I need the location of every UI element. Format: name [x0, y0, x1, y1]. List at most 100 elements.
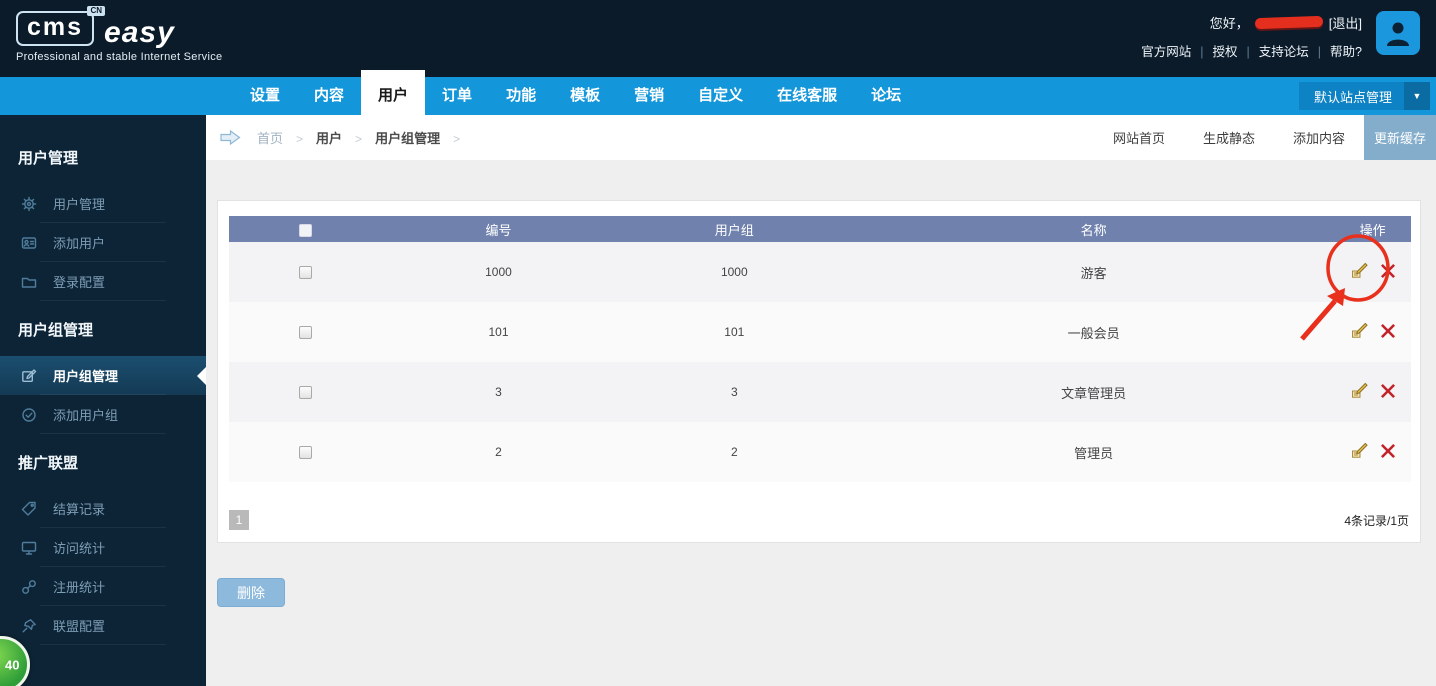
- sidebar-section-title: 用户组管理: [18, 322, 94, 339]
- nav-tab[interactable]: 营销: [617, 77, 681, 115]
- row-checkbox[interactable]: [298, 386, 312, 400]
- nav-tab[interactable]: 功能: [489, 77, 553, 115]
- sidebar-item[interactable]: 联盟配置: [0, 606, 206, 645]
- tag-icon: [20, 500, 38, 518]
- sidebar-section-title: 推广联盟: [18, 455, 79, 472]
- row-checkbox[interactable]: [298, 266, 312, 280]
- avatar[interactable]: [1376, 11, 1420, 55]
- header-link[interactable]: 授权: [1213, 45, 1238, 59]
- header-link-separator: |: [1317, 45, 1322, 59]
- sidebar-item-label: 联盟配置: [53, 619, 106, 634]
- sidebar-item[interactable]: 添加用户组: [0, 395, 206, 434]
- nav-tab[interactable]: 在线客服: [760, 77, 854, 115]
- header-link[interactable]: 支持论坛: [1259, 45, 1309, 59]
- row-actions-cell: [1334, 302, 1411, 362]
- row-id-cell: 1000: [381, 242, 616, 302]
- quick-link[interactable]: 网站首页: [1094, 128, 1184, 147]
- sidebar-item[interactable]: 用户组管理: [0, 356, 206, 395]
- update-cache-button[interactable]: 更新缓存: [1364, 115, 1436, 160]
- gear-icon: [20, 195, 38, 213]
- pagination: 1 4条记录/1页: [229, 510, 1409, 530]
- sidebar-item-label: 用户管理: [53, 197, 106, 212]
- active-item-arrow-icon: [197, 366, 206, 385]
- row-group-cell: 2: [615, 422, 854, 482]
- edit-icon[interactable]: [1351, 442, 1368, 459]
- sidebar-item[interactable]: 用户管理: [0, 184, 206, 223]
- sidebar-item-label: 访问统计: [53, 541, 106, 556]
- user-silhouette-icon: [1387, 22, 1409, 46]
- breadcrumb-item[interactable]: 首页: [257, 131, 283, 146]
- sidebar-item[interactable]: 结算记录: [0, 489, 206, 528]
- header-links: 官方网站 | 授权 | 支持论坛 | 帮助?: [1141, 41, 1362, 60]
- edit-icon[interactable]: [1351, 322, 1368, 339]
- breadcrumb-separator: >: [453, 132, 461, 146]
- logout-link[interactable]: [退出]: [1329, 13, 1362, 32]
- header-link[interactable]: 官方网站: [1141, 45, 1191, 59]
- monitor-icon: [20, 539, 38, 557]
- row-checkbox[interactable]: [298, 326, 312, 340]
- edit-icon[interactable]: [1351, 382, 1368, 399]
- row-checkbox[interactable]: [298, 446, 312, 460]
- sidebar-item[interactable]: 注册统计: [0, 567, 206, 606]
- content: 编号 用户组 名称 操作 1000 1000 游客 101 101 一般会员 3 3 文章管理员 2 2 管…: [206, 160, 1436, 686]
- sidebar-item[interactable]: 登录配置: [0, 262, 206, 301]
- sidebar-item-label: 注册统计: [53, 580, 106, 595]
- nav-tab[interactable]: 自定义: [681, 77, 760, 115]
- delete-icon[interactable]: [1380, 263, 1395, 278]
- sidebar-item[interactable]: 访问统计: [0, 528, 206, 567]
- column-header: 操作: [1334, 216, 1411, 242]
- folder-icon: [20, 273, 38, 291]
- edit-icon[interactable]: [1351, 262, 1368, 279]
- quick-link[interactable]: 生成静态: [1184, 128, 1274, 147]
- header-user-area: 您好， [退出] 官方网站 | 授权 | 支持论坛 | 帮助?: [1141, 13, 1362, 60]
- column-header: 名称: [853, 216, 1335, 242]
- logo-cms-box: cms CN: [16, 6, 106, 46]
- sidebar-item-divider: [40, 644, 166, 645]
- breadcrumb-actions: 网站首页 生成静态 添加内容 更新缓存: [1094, 115, 1436, 160]
- header-link[interactable]: 帮助?: [1330, 45, 1362, 59]
- select-all-checkbox[interactable]: [298, 223, 312, 237]
- row-name-cell: 文章管理员: [853, 362, 1335, 422]
- breadcrumb-item[interactable]: 用户: [316, 131, 342, 146]
- delete-icon[interactable]: [1380, 443, 1395, 458]
- nav-tab[interactable]: 订单: [425, 77, 489, 115]
- delete-icon[interactable]: [1380, 383, 1395, 398]
- table-row: 101 101 一般会员: [229, 302, 1411, 362]
- sidebar-item-divider: [40, 433, 166, 434]
- service-badge-count: 40: [5, 657, 20, 672]
- row-actions: [1351, 382, 1395, 399]
- nav-tab[interactable]: 内容: [297, 77, 361, 115]
- page: cms CN easy Professional and stable Inte…: [0, 0, 1436, 686]
- nav-tab[interactable]: 论坛: [854, 77, 918, 115]
- user-group-table: 编号 用户组 名称 操作 1000 1000 游客 101 101 一般会员 3 3 文章管理员 2 2 管…: [229, 216, 1411, 482]
- redacted-username-scribble: [1254, 15, 1323, 30]
- row-id-cell: 3: [381, 362, 616, 422]
- row-actions-cell: [1334, 422, 1411, 482]
- logo-tagline: Professional and stable Internet Service: [16, 51, 223, 63]
- id-card-icon: [20, 234, 38, 252]
- delete-icon[interactable]: [1380, 323, 1395, 338]
- sidebar-section-title: 用户管理: [18, 150, 79, 167]
- site-selector[interactable]: 默认站点管理 ▼: [1298, 82, 1430, 110]
- row-actions-cell: [1334, 362, 1411, 422]
- page-number-button[interactable]: 1: [229, 510, 249, 530]
- header-link-separator: |: [1246, 45, 1250, 59]
- row-name-cell: 游客: [853, 242, 1335, 302]
- nav-tab[interactable]: 模板: [553, 77, 617, 115]
- quick-link[interactable]: 添加内容: [1274, 128, 1364, 147]
- home-arrow-icon: [220, 130, 241, 145]
- header-link-separator: |: [1200, 45, 1204, 59]
- row-checkbox-cell: [229, 362, 382, 422]
- nav-tab[interactable]: 设置: [233, 77, 297, 115]
- sidebar-item[interactable]: 添加用户: [0, 223, 206, 262]
- breadcrumb-item[interactable]: 用户组管理: [375, 131, 440, 146]
- delete-button[interactable]: 删除: [217, 578, 285, 607]
- site-selector-label: 默认站点管理: [1313, 89, 1392, 105]
- chevron-down-icon: ▼: [1404, 82, 1430, 110]
- sidebar-item-label: 结算记录: [53, 502, 106, 517]
- nav-tab[interactable]: 用户: [361, 70, 426, 115]
- row-actions: [1351, 442, 1395, 459]
- logo-cms-text: cms: [27, 13, 84, 41]
- table-row: 2 2 管理员: [229, 422, 1411, 482]
- table-row: 3 3 文章管理员: [229, 362, 1411, 422]
